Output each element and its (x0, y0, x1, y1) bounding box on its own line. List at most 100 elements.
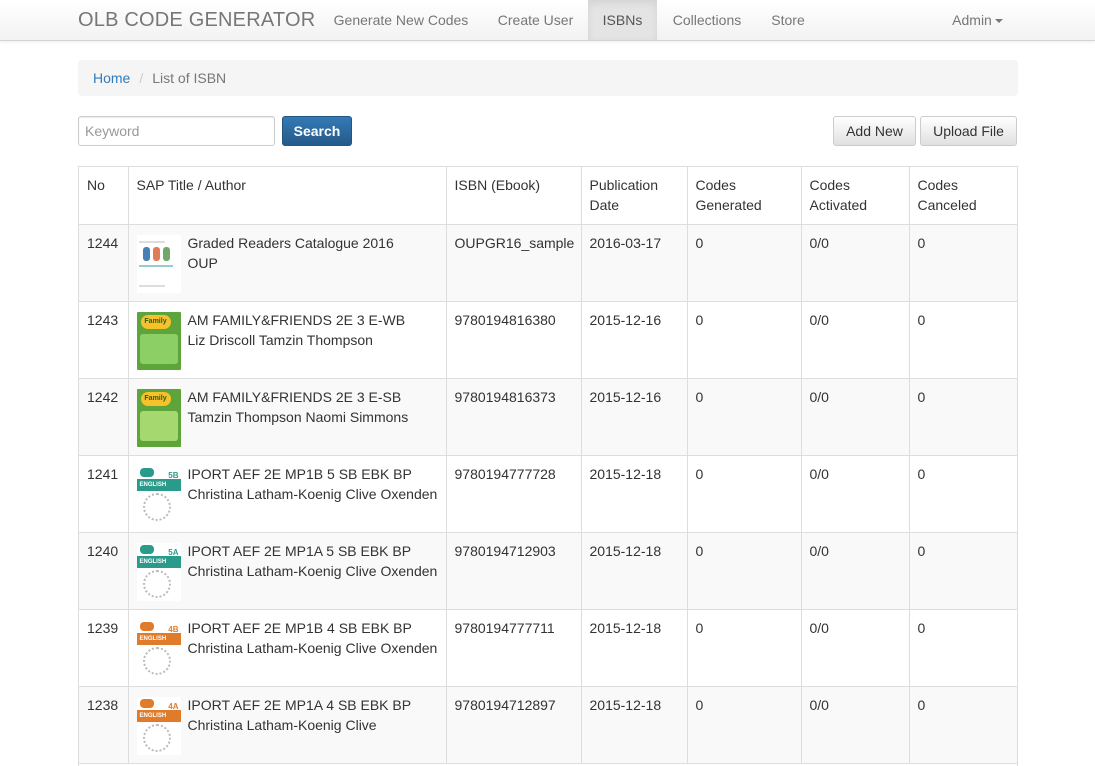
cell-no: 1242 (79, 378, 129, 456)
admin-label: Admin (952, 12, 992, 28)
book-title: Graded Readers Catalogue 2016 (187, 234, 394, 251)
column-header-codes-generated[interactable]: Codes Generated (687, 167, 802, 225)
cell-codes-generated: 0 (687, 378, 802, 456)
cell-publication-date: 2015-12-18 (581, 686, 688, 764)
breadcrumb: Home / List of ISBN (78, 60, 1018, 96)
nav-collections[interactable]: Collections (657, 0, 757, 40)
book-author: Christina Latham-Koenig Clive (187, 716, 377, 733)
cell-codes-generated: 0 (687, 609, 802, 687)
keyword-search-input[interactable] (78, 116, 275, 146)
cell-codes-generated: 0 (687, 301, 802, 379)
cell-codes-generated: 0 (687, 686, 802, 764)
add-new-button[interactable]: Add New (833, 116, 916, 146)
table-row[interactable]: 1242 Family AM FAMILY&FRIENDS 2E 3 E-SB … (79, 378, 1017, 456)
table-row[interactable]: 1241 5B ENGLISH FILE IPORT AEF 2E MP1B 5… (79, 455, 1017, 533)
cell-codes-activated: 0/0 (801, 301, 910, 379)
book-author: Tamzin Thompson Naomi Simmons (187, 408, 409, 425)
cell-no: 1241 (79, 455, 129, 533)
cell-codes-generated: 0 (687, 532, 802, 610)
cell-codes-canceled: 0 (909, 609, 1017, 687)
cell-codes-canceled: 0 (909, 455, 1017, 533)
cell-codes-canceled: 0 (909, 686, 1017, 764)
book-author: Liz Driscoll Tamzin Thompson (187, 331, 373, 348)
book-title: IPORT AEF 2E MP1B 4 SB EBK BP (187, 619, 412, 636)
cell-codes-generated: 0 (687, 455, 802, 533)
cell-isbn: 9780194777711 (446, 609, 582, 687)
breadcrumb-home-link[interactable]: Home (93, 70, 130, 86)
cell-no: 1240 (79, 532, 129, 610)
caret-down-icon (994, 19, 1003, 24)
cell-codes-activated: 0/0 (801, 224, 910, 302)
isbn-table-container: No SAP Title / Author ISBN (Ebook) Publi… (78, 166, 1018, 766)
cell-codes-activated: 0/0 (801, 609, 910, 687)
english-file-cover-thumbnail[interactable]: 4B ENGLISH FILE (136, 619, 181, 678)
column-header-no[interactable]: No (79, 167, 129, 225)
upload-file-button[interactable]: Upload File (920, 116, 1017, 146)
cell-codes-activated: 0/0 (801, 686, 910, 764)
table-row[interactable]: 1239 4B ENGLISH FILE IPORT AEF 2E MP1B 4… (79, 609, 1017, 687)
catalogue-cover-thumbnail[interactable] (136, 234, 181, 293)
cell-title-author: Family AM FAMILY&FRIENDS 2E 3 E-WB Liz D… (128, 301, 447, 379)
cell-publication-date: 2016-03-17 (581, 224, 688, 302)
admin-dropdown[interactable]: Admin (940, 0, 1015, 40)
table-row[interactable]: 1244 Graded Readers Catalogue 2016 OUP O… (79, 224, 1017, 302)
cell-title-author: 4A ENGLISH FILE IPORT AEF 2E MP1A 4 SB E… (128, 686, 447, 764)
cell-title-author: 4B ENGLISH FILE IPORT AEF 2E MP1B 4 SB E… (128, 609, 447, 687)
table-row[interactable]: 1238 4A ENGLISH FILE IPORT AEF 2E MP1A 4… (79, 686, 1017, 764)
cell-isbn: 9780194777728 (446, 455, 582, 533)
cell-no: 1244 (79, 224, 129, 302)
cell-publication-date: 2015-12-16 (581, 378, 688, 456)
cell-isbn: 9780194712903 (446, 532, 582, 610)
breadcrumb-current: List of ISBN (152, 70, 227, 86)
breadcrumb-separator: / (139, 70, 144, 86)
nav-create-user[interactable]: Create User (483, 0, 588, 40)
cell-publication-date: 2015-12-18 (581, 532, 688, 610)
family-friends-cover-thumbnail[interactable]: Family (136, 388, 181, 447)
column-header-title[interactable]: SAP Title / Author (128, 167, 447, 225)
brand-logo[interactable]: OLB CODE GENERATOR (78, 0, 315, 40)
cell-no: 1239 (79, 609, 129, 687)
english-file-cover-thumbnail[interactable]: 4A ENGLISH FILE (136, 696, 181, 755)
book-title: IPORT AEF 2E MP1B 5 SB EBK BP (187, 465, 412, 482)
family-friends-cover-thumbnail[interactable]: Family (136, 311, 181, 370)
column-header-isbn[interactable]: ISBN (Ebook) (446, 167, 582, 225)
nav-isbns[interactable]: ISBNs (588, 0, 657, 40)
book-title: AM FAMILY&FRIENDS 2E 3 E-SB (187, 388, 402, 405)
cell-codes-canceled: 0 (909, 378, 1017, 456)
cell-codes-canceled: 0 (909, 301, 1017, 379)
book-title: IPORT AEF 2E MP1A 4 SB EBK BP (187, 696, 412, 713)
table-header-row: No SAP Title / Author ISBN (Ebook) Publi… (79, 167, 1017, 225)
column-header-codes-activated[interactable]: Codes Activated (801, 167, 910, 225)
table-row[interactable]: 1240 5A ENGLISH FILE IPORT AEF 2E MP1A 5… (79, 532, 1017, 610)
cell-title-author: Graded Readers Catalogue 2016 OUP (128, 224, 447, 302)
column-header-publication-date[interactable]: Publication Date (581, 167, 688, 225)
cell-no: 1238 (79, 686, 129, 764)
cell-codes-activated: 0/0 (801, 378, 910, 456)
cell-isbn: 9780194816373 (446, 378, 582, 456)
book-author: Christina Latham-Koenig Clive Oxenden (187, 639, 438, 656)
nav-generate-new-codes[interactable]: Generate New Codes (319, 0, 483, 40)
book-title: AM FAMILY&FRIENDS 2E 3 E-WB (187, 311, 406, 328)
cell-codes-activated: 0/0 (801, 532, 910, 610)
english-file-cover-thumbnail[interactable]: 5B ENGLISH FILE (136, 465, 181, 524)
cell-isbn: 9780194816380 (446, 301, 582, 379)
search-button[interactable]: Search (282, 116, 352, 146)
cell-publication-date: 2015-12-16 (581, 301, 688, 379)
column-header-codes-canceled[interactable]: Codes Canceled (909, 167, 1017, 225)
cell-codes-canceled: 0 (909, 224, 1017, 302)
book-author: Christina Latham-Koenig Clive Oxenden (187, 485, 438, 502)
cell-codes-generated: 0 (687, 224, 802, 302)
cell-no: 1243 (79, 301, 129, 379)
cell-publication-date: 2015-12-18 (581, 609, 688, 687)
isbn-table: No SAP Title / Author ISBN (Ebook) Publi… (79, 167, 1017, 764)
english-file-cover-thumbnail[interactable]: 5A ENGLISH FILE (136, 542, 181, 601)
nav-store[interactable]: Store (757, 0, 819, 40)
cell-title-author: 5B ENGLISH FILE IPORT AEF 2E MP1B 5 SB E… (128, 455, 447, 533)
cell-title-author: 5A ENGLISH FILE IPORT AEF 2E MP1A 5 SB E… (128, 532, 447, 610)
cell-title-author: Family AM FAMILY&FRIENDS 2E 3 E-SB Tamzi… (128, 378, 447, 456)
cell-isbn: OUPGR16_sample (446, 224, 582, 302)
book-title: IPORT AEF 2E MP1A 5 SB EBK BP (187, 542, 412, 559)
top-navbar: OLB CODE GENERATOR Generate New Codes Cr… (0, 0, 1095, 41)
table-row[interactable]: 1243 Family AM FAMILY&FRIENDS 2E 3 E-WB … (79, 301, 1017, 379)
cell-publication-date: 2015-12-18 (581, 455, 688, 533)
